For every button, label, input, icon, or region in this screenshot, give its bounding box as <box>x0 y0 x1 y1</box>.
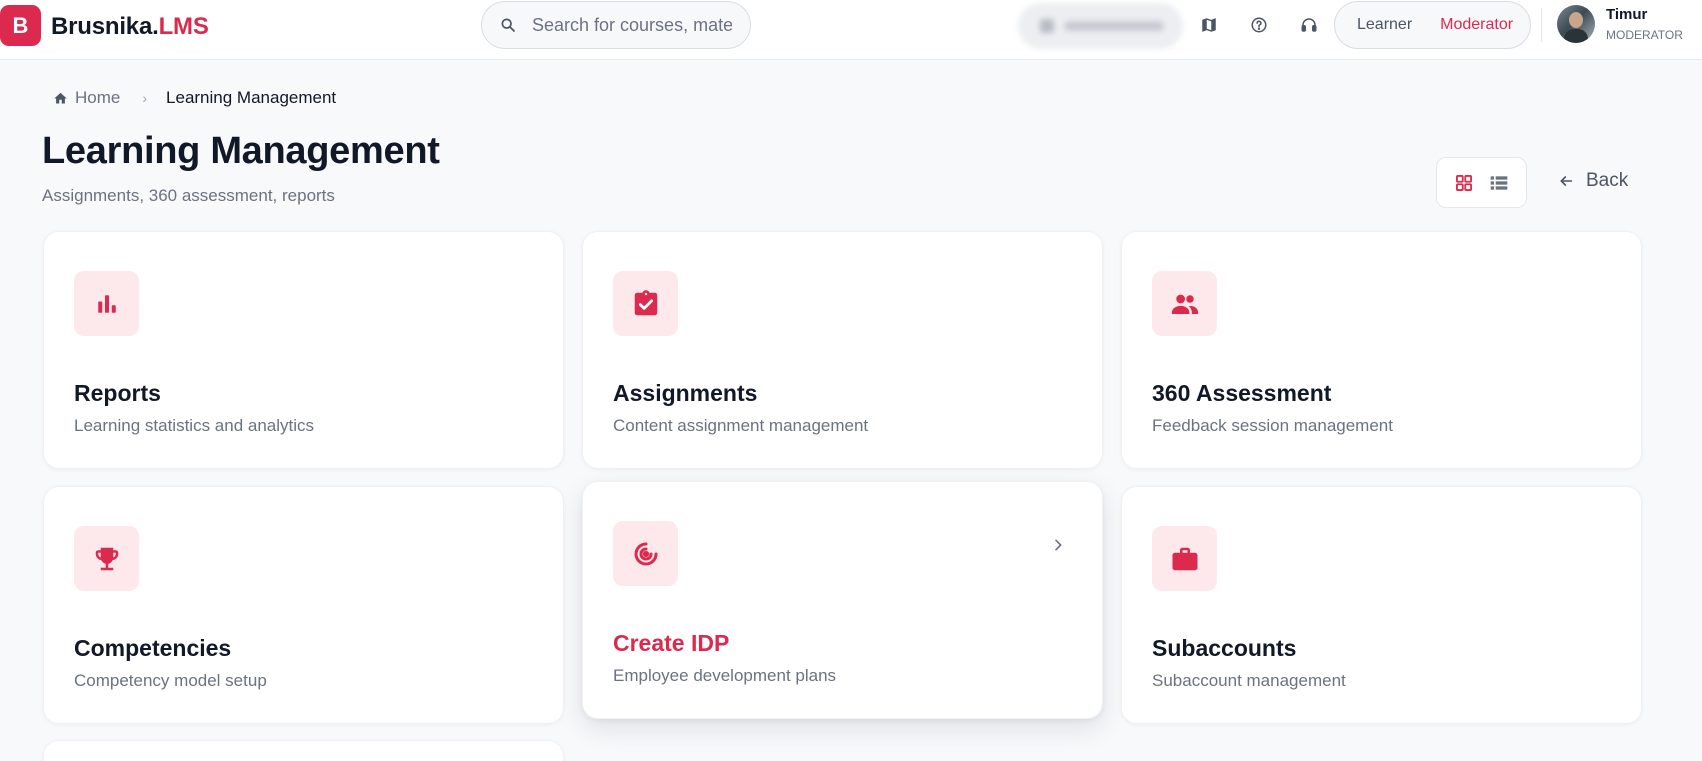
breadcrumb-home[interactable]: Home <box>53 88 120 108</box>
card-icon-box <box>74 526 139 591</box>
card-title: Create IDP <box>613 630 730 656</box>
back-button[interactable]: Back <box>1558 170 1628 192</box>
card-reports[interactable]: Reports Learning statistics and analytic… <box>43 231 564 469</box>
blurred-text <box>1064 21 1164 31</box>
bar-chart-icon <box>97 294 116 313</box>
search-bar[interactable] <box>481 1 751 49</box>
card-icon-box <box>74 271 139 336</box>
user-role: MODERATOR <box>1606 28 1683 42</box>
user-name[interactable]: Timur <box>1606 6 1647 23</box>
logo-text[interactable]: Brusnika.LMS <box>51 13 209 41</box>
page-title: Learning Management <box>42 130 440 172</box>
blurred-widget[interactable] <box>1018 3 1183 49</box>
breadcrumb-home-label: Home <box>75 88 121 107</box>
grid-icon <box>1456 174 1473 191</box>
map-icon[interactable] <box>1198 14 1220 36</box>
arrow-left-icon <box>1560 176 1573 186</box>
blurred-icon <box>1040 19 1054 33</box>
breadcrumb-separator-icon: › <box>142 90 148 106</box>
card-partial[interactable] <box>43 740 564 761</box>
card-icon-box <box>1152 526 1217 591</box>
card-360-assessment[interactable]: 360 Assessment Feedback session manageme… <box>1121 231 1642 469</box>
chevron-right-icon <box>1055 539 1062 551</box>
help-circle-icon[interactable] <box>1248 14 1270 36</box>
view-toggle <box>1436 157 1527 208</box>
avatar-body <box>1564 29 1588 43</box>
card-assignments[interactable]: Assignments Content assignment managemen… <box>582 231 1103 469</box>
card-subaccounts[interactable]: Subaccounts Subaccount management <box>1121 486 1642 724</box>
grid-view-button[interactable] <box>1453 172 1475 194</box>
card-icon-box <box>1152 271 1217 336</box>
breadcrumb-current: Learning Management <box>166 88 337 107</box>
page-subtitle: Assignments, 360 assessment, reports <box>42 186 335 205</box>
role-learner-button[interactable]: Learner <box>1343 16 1426 34</box>
headset-icon[interactable] <box>1298 14 1320 36</box>
card-competencies[interactable]: Competencies Competency model setup <box>43 486 564 724</box>
card-icon-box <box>613 271 678 336</box>
list-view-button[interactable] <box>1488 172 1510 194</box>
card-title: Assignments <box>613 380 758 406</box>
card-title: Competencies <box>74 635 232 661</box>
card-description: Employee development plans <box>613 666 837 685</box>
card-title: 360 Assessment <box>1152 380 1332 406</box>
card-title: Subaccounts <box>1152 635 1297 661</box>
header-divider <box>1541 8 1542 42</box>
top-bar: B Brusnika.LMS Learner Moderator Timur M… <box>0 0 1702 60</box>
role-switcher: Learner Moderator <box>1334 1 1531 49</box>
card-icon-box <box>613 521 678 586</box>
home-icon <box>54 92 67 103</box>
target-icon <box>634 542 657 565</box>
card-description: Competency model setup <box>74 671 267 690</box>
back-label: Back <box>1586 170 1629 191</box>
logo-name: Brusnika. <box>51 13 159 40</box>
role-moderator-button[interactable]: Moderator <box>1426 16 1527 34</box>
trophy-icon <box>95 547 118 570</box>
avatar[interactable] <box>1557 5 1595 43</box>
avatar-head <box>1569 12 1583 28</box>
card-description: Content assignment management <box>613 416 869 435</box>
card-title: Reports <box>74 380 161 406</box>
clipboard-check-icon <box>634 289 657 315</box>
card-description: Learning statistics and analytics <box>74 416 315 435</box>
search-input[interactable] <box>532 14 732 36</box>
list-icon <box>1490 175 1508 190</box>
card-description: Subaccount management <box>1152 671 1346 690</box>
breadcrumb: Home › Learning Management <box>53 88 336 108</box>
people-icon <box>1171 294 1198 314</box>
logo-accent: LMS <box>158 13 209 40</box>
search-icon <box>501 18 515 32</box>
briefcase-icon <box>1172 547 1197 570</box>
card-description: Feedback session management <box>1152 416 1393 435</box>
card-create-idp[interactable]: Create IDP Employee development plans <box>582 481 1103 719</box>
logo-mark[interactable]: B <box>0 5 41 46</box>
